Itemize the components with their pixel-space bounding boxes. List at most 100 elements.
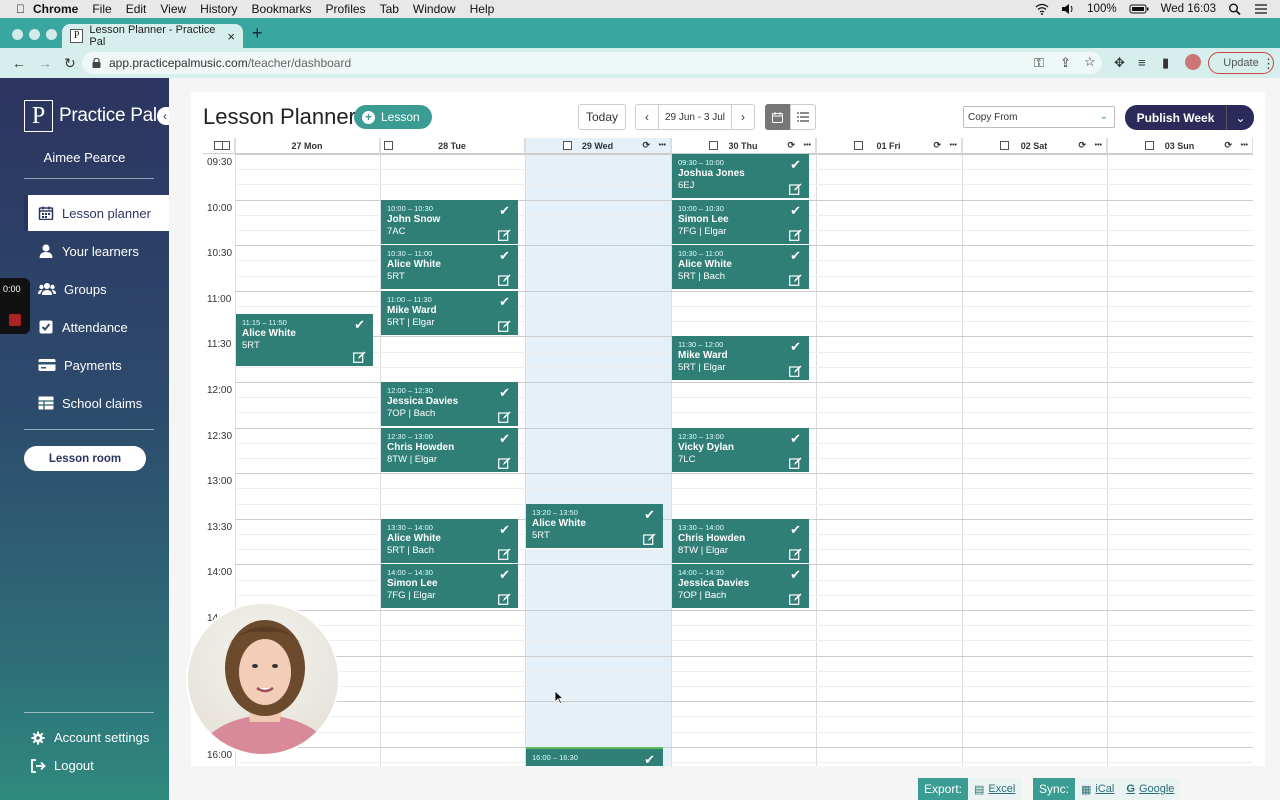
publish-options-button[interactable]: ⌄ bbox=[1226, 105, 1254, 130]
menu-edit[interactable]: Edit bbox=[126, 2, 147, 16]
check-icon[interactable]: ✔ bbox=[644, 752, 655, 766]
lesson-card[interactable]: 13:20 – 13:50 Alice White 5RT ✔ bbox=[526, 503, 663, 549]
repeat-icon[interactable]: ⟳ bbox=[1078, 140, 1086, 151]
check-icon[interactable]: ✔ bbox=[790, 567, 801, 583]
lesson-card[interactable]: 10:30 – 11:00 Alice White 5RT | Bach ✔ bbox=[672, 245, 809, 291]
menu-bookmarks[interactable]: Bookmarks bbox=[252, 2, 312, 16]
edit-icon[interactable] bbox=[498, 320, 511, 332]
more-options-icon[interactable]: ••• bbox=[1241, 142, 1248, 149]
repeat-icon[interactable]: ⟳ bbox=[787, 140, 795, 151]
more-options-icon[interactable]: ••• bbox=[659, 142, 666, 149]
edit-icon[interactable] bbox=[498, 457, 511, 469]
next-week-button[interactable]: › bbox=[731, 104, 755, 130]
wifi-icon[interactable] bbox=[1035, 3, 1049, 15]
check-icon[interactable]: ✔ bbox=[790, 339, 801, 355]
forward-icon[interactable]: → bbox=[38, 55, 52, 71]
browser-menu-icon[interactable]: ⋮ bbox=[1262, 56, 1275, 72]
window-close-button[interactable] bbox=[12, 29, 23, 40]
sidebar-item-groups[interactable]: Groups bbox=[24, 271, 169, 307]
lesson-card[interactable]: 12:30 – 13:00 Vicky Dylan 7LC ✔ bbox=[672, 427, 809, 473]
share-icon[interactable]: ⇪ bbox=[1060, 55, 1071, 71]
list-view-button[interactable] bbox=[790, 104, 816, 130]
tab-close-icon[interactable]: × bbox=[227, 29, 235, 44]
apple-icon[interactable]:  bbox=[16, 2, 25, 16]
repeat-icon[interactable]: ⟳ bbox=[642, 140, 650, 151]
key-icon[interactable]: ⚿ bbox=[1034, 55, 1044, 71]
lesson-card[interactable]: 10:00 – 10:30 Simon Lee 7FG | Elgar ✔ bbox=[672, 199, 809, 245]
new-tab-icon[interactable]: + bbox=[252, 23, 263, 44]
account-settings-link[interactable]: Account settings bbox=[30, 730, 149, 745]
day-select-checkbox[interactable] bbox=[1000, 141, 1009, 150]
sidebar-item-attendance[interactable]: Attendance bbox=[24, 309, 169, 345]
menu-tab[interactable]: Tab bbox=[380, 2, 399, 16]
edit-icon[interactable] bbox=[789, 229, 802, 241]
day-select-checkbox[interactable] bbox=[384, 141, 393, 150]
check-icon[interactable]: ✔ bbox=[499, 203, 510, 219]
check-icon[interactable]: ✔ bbox=[644, 507, 655, 523]
side-panel-icon[interactable]: ▮ bbox=[1162, 55, 1169, 71]
more-options-icon[interactable]: ••• bbox=[804, 142, 811, 149]
volume-icon[interactable] bbox=[1061, 3, 1075, 15]
browser-tab-active[interactable]: P Lesson Planner - Practice Pal × bbox=[62, 24, 243, 48]
lesson-card[interactable]: 11:00 – 11:30 Mike Ward 5RT | Elgar ✔ bbox=[381, 290, 518, 336]
spotlight-icon[interactable] bbox=[1228, 3, 1242, 15]
today-button[interactable]: Today bbox=[578, 104, 626, 130]
edit-icon[interactable] bbox=[789, 457, 802, 469]
lesson-card[interactable]: 14:00 – 14:30 Jessica Davies 7OP | Bach ✔ bbox=[672, 564, 809, 610]
edit-icon[interactable] bbox=[498, 274, 511, 287]
sidebar-item-school-claims[interactable]: School claims bbox=[24, 385, 169, 421]
stop-recording-button[interactable] bbox=[9, 314, 21, 326]
check-icon[interactable]: ✔ bbox=[790, 203, 801, 219]
sidebar-item-your-learners[interactable]: Your learners bbox=[24, 233, 169, 269]
lesson-card[interactable]: 10:00 – 10:30 John Snow 7AC ✔ bbox=[381, 199, 518, 245]
lesson-card[interactable]: 13:30 – 14:00 Chris Howden 8TW | Elgar ✔ bbox=[672, 518, 809, 564]
check-icon[interactable]: ✔ bbox=[499, 294, 510, 310]
more-options-icon[interactable]: ••• bbox=[950, 142, 957, 149]
export-excel-link[interactable]: ▤ Excel bbox=[968, 778, 1022, 800]
lesson-card[interactable]: 16:00 – 16:30 ✔ bbox=[526, 746, 663, 766]
repeat-icon[interactable]: ⟳ bbox=[933, 140, 941, 151]
publish-week-button[interactable]: Publish Week bbox=[1125, 105, 1226, 130]
day-select-checkbox[interactable] bbox=[1145, 141, 1154, 150]
check-icon[interactable]: ✔ bbox=[499, 567, 510, 583]
day-select-checkbox[interactable] bbox=[709, 141, 718, 150]
copy-from-select[interactable]: Copy From ⌄ bbox=[963, 106, 1115, 128]
sync-ical-link[interactable]: ▦ iCal bbox=[1075, 778, 1121, 800]
menu-history[interactable]: History bbox=[200, 2, 237, 16]
lesson-card[interactable]: 13:30 – 14:00 Alice White 5RT | Bach ✔ bbox=[381, 518, 518, 564]
edit-icon[interactable] bbox=[353, 351, 366, 363]
add-lesson-button[interactable]: + Lesson bbox=[354, 105, 432, 129]
reload-icon[interactable]: ↻ bbox=[64, 55, 78, 72]
calendar-view-button[interactable] bbox=[765, 104, 790, 130]
menubar-clock[interactable]: Wed 16:03 bbox=[1161, 3, 1216, 15]
lesson-card[interactable]: 12:30 – 13:00 Chris Howden 8TW | Elgar ✔ bbox=[381, 427, 518, 473]
edit-icon[interactable] bbox=[498, 229, 511, 241]
select-all-checkbox[interactable] bbox=[214, 141, 223, 150]
menu-help[interactable]: Help bbox=[470, 2, 495, 16]
edit-icon[interactable] bbox=[643, 533, 656, 545]
control-center-icon[interactable] bbox=[1254, 3, 1268, 15]
lesson-card[interactable]: 11:15 – 11:50 Alice White 5RT ✔ bbox=[236, 313, 373, 367]
back-icon[interactable]: ← bbox=[12, 55, 26, 71]
window-zoom-button[interactable] bbox=[46, 29, 57, 40]
previous-week-button[interactable]: ‹ bbox=[635, 104, 659, 130]
sidebar-item-lesson-planner[interactable]: Lesson planner bbox=[24, 195, 169, 231]
check-icon[interactable]: ✔ bbox=[499, 431, 510, 447]
check-icon[interactable]: ✔ bbox=[790, 431, 801, 447]
lesson-card[interactable]: 12:00 – 12:30 Jessica Davies 7OP | Bach ✔ bbox=[381, 382, 518, 427]
check-icon[interactable]: ✔ bbox=[790, 157, 801, 173]
day-select-checkbox[interactable] bbox=[563, 141, 572, 150]
more-options-icon[interactable]: ••• bbox=[1095, 142, 1102, 149]
lesson-card[interactable]: 09:30 – 10:00 Joshua Jones 6EJ ✔ bbox=[672, 154, 809, 199]
repeat-icon[interactable]: ⟳ bbox=[1224, 140, 1232, 151]
edit-icon[interactable] bbox=[498, 411, 511, 423]
edit-icon[interactable] bbox=[498, 548, 511, 560]
edit-icon[interactable] bbox=[789, 548, 802, 560]
profile-avatar[interactable] bbox=[1185, 54, 1201, 70]
menubar-app-name[interactable]: Chrome bbox=[33, 2, 78, 16]
check-icon[interactable]: ✔ bbox=[790, 522, 801, 538]
lesson-card[interactable]: 14:00 – 14:30 Simon Lee 7FG | Elgar ✔ bbox=[381, 564, 518, 610]
check-icon[interactable]: ✔ bbox=[499, 248, 510, 264]
menu-view[interactable]: View bbox=[160, 2, 186, 16]
check-icon[interactable]: ✔ bbox=[499, 522, 510, 538]
